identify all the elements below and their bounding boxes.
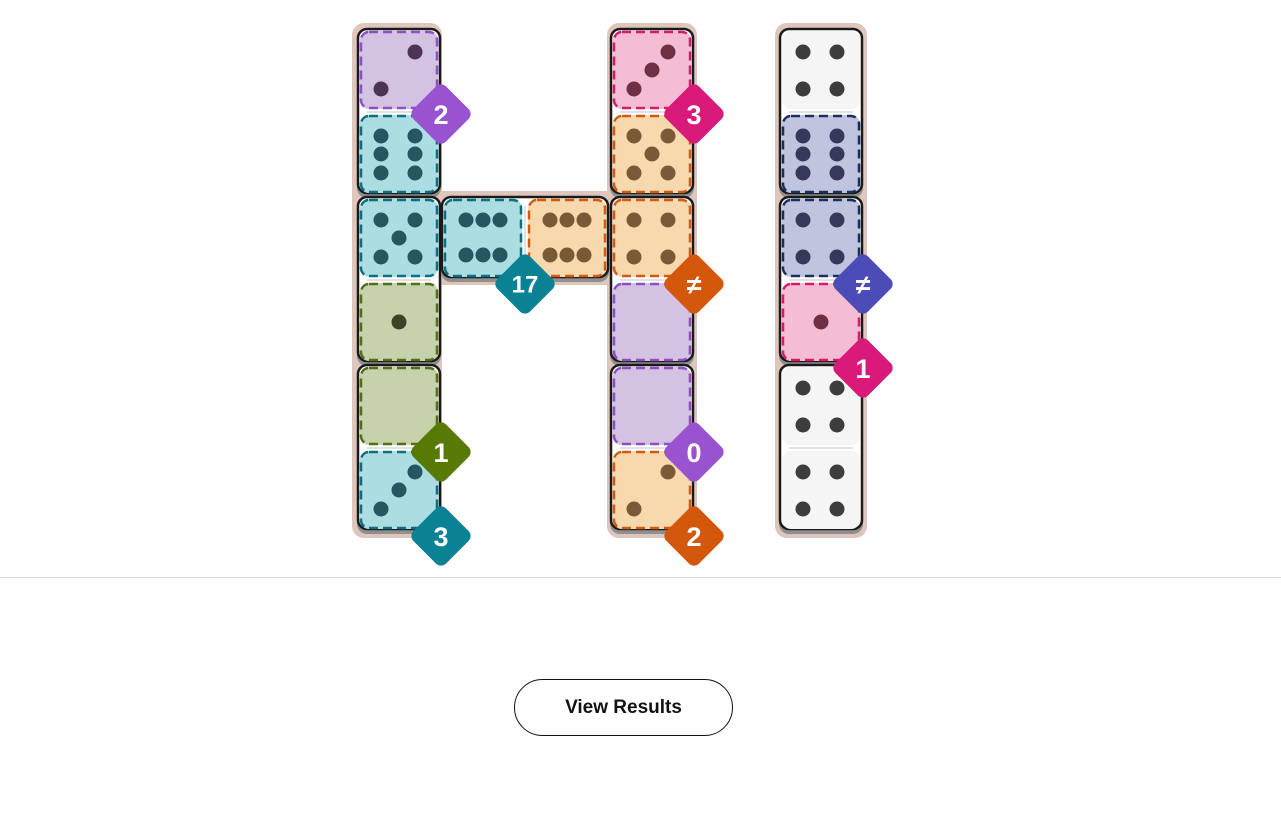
pip — [559, 247, 575, 263]
pip — [576, 247, 592, 263]
domino-10[interactable] — [778, 363, 864, 534]
cell — [782, 31, 860, 109]
pip — [373, 165, 389, 181]
pip — [795, 44, 811, 60]
pip — [795, 417, 811, 433]
pip — [407, 464, 423, 480]
pip — [407, 146, 423, 162]
pip — [373, 501, 389, 517]
pip — [391, 230, 407, 246]
cell — [444, 199, 522, 277]
pip — [458, 247, 474, 263]
divider — [0, 577, 1281, 578]
pip — [373, 146, 389, 162]
pip — [829, 81, 845, 97]
pip — [795, 212, 811, 228]
badge-label: 2 — [433, 100, 448, 130]
badge-label: ≠ — [856, 270, 871, 300]
cell — [613, 199, 691, 277]
pip — [829, 249, 845, 265]
pip — [829, 212, 845, 228]
pip — [391, 482, 407, 498]
badge-label: 0 — [686, 438, 701, 468]
pip — [407, 44, 423, 60]
pip — [829, 380, 845, 396]
pip — [813, 314, 829, 330]
cell — [613, 367, 691, 445]
badge-label: 2 — [686, 522, 701, 552]
pip — [829, 501, 845, 517]
pip — [373, 249, 389, 265]
cell — [782, 451, 860, 529]
pip — [373, 212, 389, 228]
pip — [373, 81, 389, 97]
pip — [626, 81, 642, 97]
pip — [542, 247, 558, 263]
pip — [795, 464, 811, 480]
badge-label: 1 — [433, 438, 448, 468]
pip — [795, 81, 811, 97]
pip — [492, 247, 508, 263]
pip — [458, 212, 474, 228]
pip — [829, 128, 845, 144]
pip — [795, 128, 811, 144]
pip — [644, 146, 660, 162]
pip — [391, 314, 407, 330]
pip — [559, 212, 575, 228]
pip — [407, 212, 423, 228]
pip — [492, 212, 508, 228]
pip — [626, 128, 642, 144]
pip — [407, 249, 423, 265]
pip — [626, 249, 642, 265]
pip — [660, 165, 676, 181]
pip — [795, 501, 811, 517]
pip — [660, 128, 676, 144]
puzzle-board: 2 17 1 3 3 ≠ 0 2 ≠ 1 — [352, 23, 893, 566]
badge-label: 1 — [855, 354, 870, 384]
pip — [542, 212, 558, 228]
badge-label: 3 — [433, 522, 448, 552]
pip — [475, 247, 491, 263]
pip — [795, 165, 811, 181]
pip — [626, 501, 642, 517]
pip — [660, 212, 676, 228]
pip — [829, 165, 845, 181]
pip — [795, 380, 811, 396]
domino-2[interactable] — [356, 195, 442, 366]
badge-label: ≠ — [687, 270, 702, 300]
pip — [373, 128, 389, 144]
pip — [626, 165, 642, 181]
cell — [782, 115, 860, 193]
badge-label: 17 — [512, 272, 539, 299]
pip — [795, 146, 811, 162]
pip — [829, 44, 845, 60]
pip — [644, 62, 660, 78]
pip — [626, 212, 642, 228]
pip — [660, 44, 676, 60]
pip — [475, 212, 491, 228]
cell — [528, 199, 606, 277]
view-results-button[interactable]: View Results — [514, 679, 733, 736]
badge-label: 3 — [686, 100, 701, 130]
pip — [795, 249, 811, 265]
cell — [360, 367, 438, 445]
domino-8[interactable] — [778, 27, 864, 198]
pip — [829, 146, 845, 162]
pip — [576, 212, 592, 228]
pip — [407, 128, 423, 144]
pip — [407, 165, 423, 181]
cell — [782, 199, 860, 277]
pip — [829, 464, 845, 480]
pip — [660, 249, 676, 265]
pip — [660, 464, 676, 480]
pip — [829, 417, 845, 433]
